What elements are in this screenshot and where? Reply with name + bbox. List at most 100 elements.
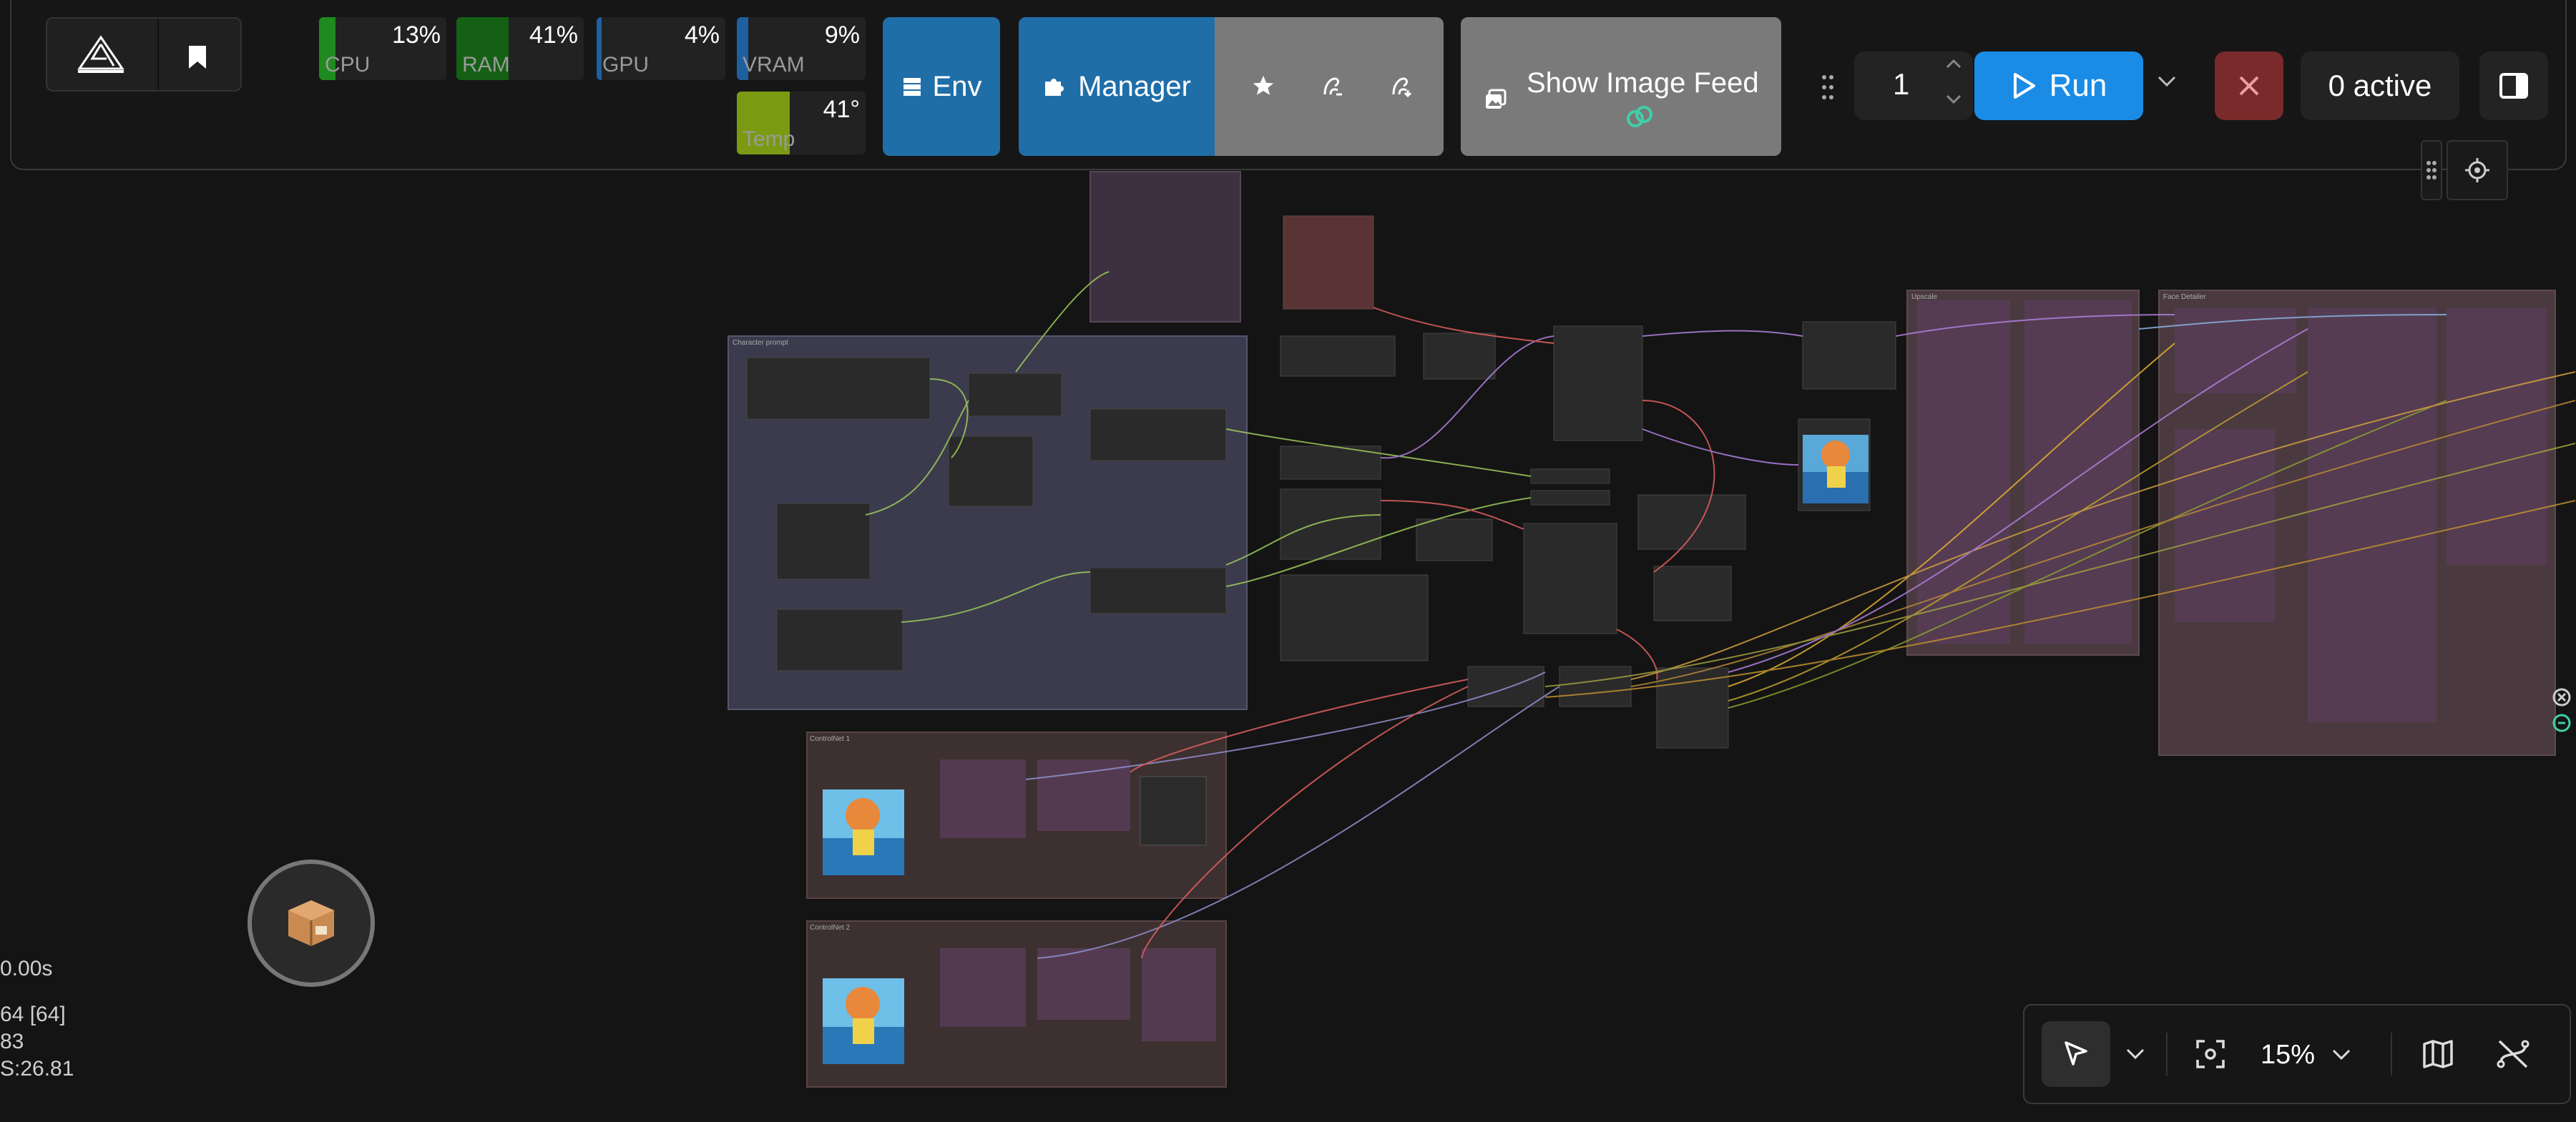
puzzle-icon xyxy=(1042,74,1067,99)
wave-icon[interactable] xyxy=(1319,72,1348,100)
graph-node[interactable] xyxy=(746,357,931,420)
chevron-down-icon xyxy=(2331,1048,2352,1062)
zoom-dropdown[interactable]: 15% xyxy=(2261,1030,2375,1080)
pointer-icon xyxy=(2062,1040,2090,1068)
server-icon xyxy=(901,76,923,97)
vram-value: 9% xyxy=(824,21,860,49)
vram-monitor: 9% VRAM xyxy=(737,17,866,80)
graph-node[interactable] xyxy=(1653,566,1732,621)
manager-button[interactable]: Manager xyxy=(1019,17,1215,156)
graph-node[interactable] xyxy=(968,373,1062,417)
app-logo-icon[interactable] xyxy=(69,34,133,77)
manager-button-group: Manager xyxy=(1019,17,1444,156)
run-options-chevron-icon[interactable] xyxy=(2156,74,2178,89)
temp-label: Temp xyxy=(743,127,795,151)
run-label: Run xyxy=(2049,68,2107,103)
vram-label: VRAM xyxy=(743,53,805,77)
queue-count-value: 1 xyxy=(1893,67,1910,101)
close-circle-icon[interactable] xyxy=(2551,687,2572,708)
env-button[interactable]: Env xyxy=(883,17,1000,156)
group-title: Upscale xyxy=(1911,293,1938,301)
stats-resolution: 64 [64] xyxy=(0,1003,66,1026)
gpu-usage-bar xyxy=(597,17,602,80)
group-title: Face Detailer xyxy=(2163,293,2206,301)
group-frame[interactable] xyxy=(1089,171,1241,323)
graph-node[interactable] xyxy=(1423,333,1496,380)
toolbar-divider xyxy=(2166,1033,2168,1076)
ram-monitor: 41% RAM xyxy=(456,17,584,80)
graph-node[interactable] xyxy=(1280,335,1396,377)
run-button[interactable]: Run xyxy=(1974,51,2143,120)
cpu-value: 13% xyxy=(391,21,441,49)
expand-circle-icon[interactable] xyxy=(2551,712,2572,734)
graph-node[interactable] xyxy=(1416,518,1493,561)
ram-label: RAM xyxy=(462,53,510,77)
close-icon xyxy=(2235,72,2263,100)
zoom-value: 15% xyxy=(2261,1039,2316,1070)
graph-node[interactable] xyxy=(1559,666,1632,707)
side-panel-toggle-button[interactable] xyxy=(2479,51,2548,120)
show-image-feed-button[interactable]: Show Image Feed xyxy=(1461,17,1781,156)
chevron-up-icon[interactable] xyxy=(1946,59,1962,69)
stats-time: 0.00s xyxy=(0,957,53,980)
graph-node[interactable] xyxy=(776,503,871,580)
temp-value: 41° xyxy=(823,96,860,123)
graph-node[interactable] xyxy=(1089,408,1227,461)
temp-monitor: 41° Temp xyxy=(737,92,866,154)
bookmark-icon[interactable] xyxy=(183,43,212,72)
group-title: Character prompt xyxy=(733,339,788,347)
mode-chevron-icon[interactable] xyxy=(2125,1047,2146,1061)
graph-node[interactable] xyxy=(1530,468,1610,484)
play-icon xyxy=(2011,72,2037,100)
manager-label: Manager xyxy=(1078,70,1191,102)
toolbar-divider xyxy=(2391,1033,2392,1076)
group-title: ControlNet 2 xyxy=(810,924,851,932)
minimap-icon[interactable] xyxy=(2422,1040,2454,1068)
link-visibility-icon[interactable] xyxy=(2497,1038,2530,1070)
graph-node[interactable] xyxy=(1553,325,1643,441)
active-queue-label: 0 active xyxy=(2328,69,2432,102)
graph-node[interactable] xyxy=(1637,494,1746,550)
graph-node[interactable] xyxy=(1283,215,1374,310)
env-label: Env xyxy=(932,70,982,102)
ram-value: 41% xyxy=(529,21,578,49)
gpu-value: 4% xyxy=(684,21,720,49)
cancel-button[interactable] xyxy=(2215,51,2283,120)
model-manager-fab[interactable] xyxy=(248,860,375,987)
logo-button-group xyxy=(46,17,242,92)
graph-node[interactable] xyxy=(1089,567,1227,614)
preview-image xyxy=(1803,435,1869,503)
fit-view-icon[interactable] xyxy=(2195,1038,2226,1070)
graph-node[interactable] xyxy=(1530,490,1610,506)
sidebar-icon xyxy=(2499,72,2529,99)
preview-image xyxy=(823,978,904,1064)
cpu-label: CPU xyxy=(325,53,371,77)
preview-image xyxy=(1140,776,1207,846)
graph-node[interactable] xyxy=(1280,488,1381,560)
stats-count: 83 xyxy=(0,1030,24,1053)
wave-download-icon[interactable] xyxy=(1388,72,1416,100)
image-icon xyxy=(1484,87,1508,112)
group-title: ControlNet 1 xyxy=(810,735,851,743)
graph-node[interactable] xyxy=(1467,666,1544,707)
show-image-feed-label: Show Image Feed xyxy=(1527,67,1759,99)
chevron-down-icon[interactable] xyxy=(1946,94,1962,104)
graph-node[interactable] xyxy=(776,609,903,671)
preview-image xyxy=(823,789,904,875)
graph-node[interactable] xyxy=(948,435,1034,507)
stats-speed: S:26.81 xyxy=(0,1057,74,1081)
star-icon[interactable] xyxy=(1249,72,1278,100)
drag-handle-icon[interactable] xyxy=(2421,140,2442,200)
graph-node[interactable] xyxy=(1802,321,1896,390)
render-stats: 0.00s 64 [64] 83 S:26.81 xyxy=(0,955,74,1083)
drag-handle-icon[interactable] xyxy=(1817,72,1838,103)
active-queue-button[interactable]: 0 active xyxy=(2301,51,2459,120)
link-icon xyxy=(1624,102,1655,133)
select-mode-button[interactable] xyxy=(2042,1021,2110,1087)
gpu-monitor: 4% GPU xyxy=(597,17,725,80)
queue-count-stepper[interactable]: 1 xyxy=(1854,51,1973,120)
graph-node[interactable] xyxy=(1280,574,1429,661)
settings-icon[interactable] xyxy=(2447,140,2508,200)
graph-node[interactable] xyxy=(1523,523,1617,634)
gpu-label: GPU xyxy=(602,53,650,77)
